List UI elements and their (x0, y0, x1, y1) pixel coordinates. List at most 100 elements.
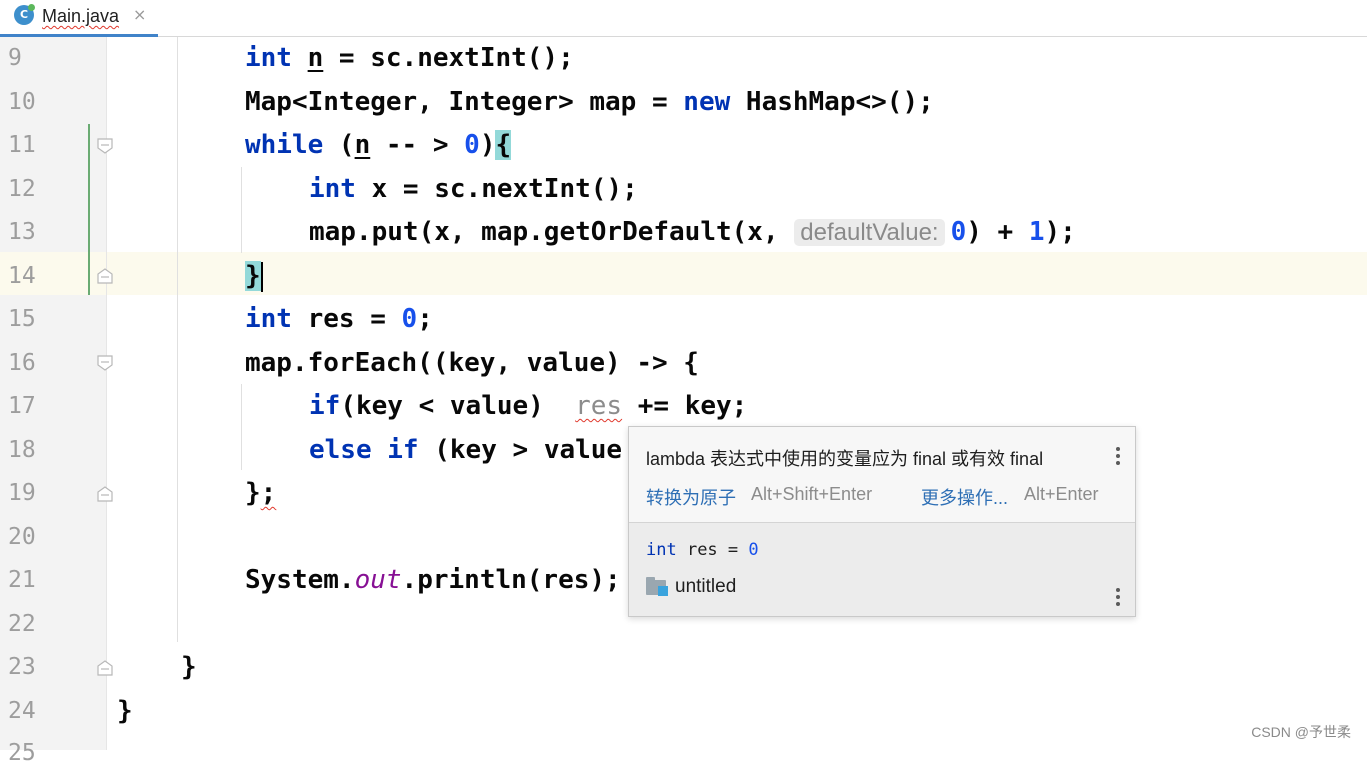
keyword: if (309, 391, 341, 421)
keyword: int (646, 540, 677, 560)
java-class-icon: C (14, 4, 35, 25)
number-literal: 0 (401, 304, 418, 334)
vcs-change-marker[interactable] (88, 124, 90, 295)
close-icon[interactable]: × (133, 5, 146, 24)
line-number: 17 (8, 393, 36, 419)
keyword: if (387, 435, 419, 465)
line-number: 20 (8, 524, 36, 550)
error-variable[interactable]: res (575, 391, 622, 421)
code-text: (key < value) (340, 391, 576, 421)
line-number: 24 (8, 698, 36, 724)
code-text: System. (245, 565, 355, 595)
static-field: out (354, 565, 402, 595)
keyword: int (245, 304, 292, 334)
variable-reassigned: n (354, 130, 371, 160)
code-line-13[interactable]: map.put(x, map.getOrDefault(x, defaultVa… (309, 217, 1076, 248)
code-line-11[interactable]: while (n -- > 0){ (245, 130, 512, 160)
code-line-18[interactable]: else if (key > value (309, 435, 622, 465)
declaration-preview: int res = 0 (646, 540, 759, 560)
code-text: x = sc.nextInt(); (355, 174, 638, 204)
project-name: untitled (675, 576, 737, 597)
text-caret (260, 261, 263, 292)
indent-guide (241, 167, 242, 253)
code-line-12[interactable]: int x = sc.nextInt(); (309, 174, 638, 204)
variable-reassigned: n (307, 43, 324, 73)
editor-tab-bar: C Main.java × (0, 0, 1367, 37)
fold-close-icon[interactable] (96, 485, 114, 503)
line-number: 23 (8, 654, 36, 680)
error-tooltip-popup: lambda 表达式中使用的变量应为 final 或有效 final 转换为原子… (628, 426, 1136, 617)
error-semicolon: ; (260, 478, 277, 508)
matched-brace: } (245, 261, 261, 291)
code-text: map.put(x, map.getOrDefault(x, (309, 217, 795, 247)
line-number: 12 (8, 176, 36, 202)
line-number: 19 (8, 480, 36, 506)
convert-to-atomic-link[interactable]: 转换为原子 (646, 484, 736, 510)
code-line-17[interactable]: if(key < value) res += key; (309, 391, 747, 421)
code-line-24[interactable]: } (117, 696, 133, 726)
parameter-hint: defaultValue: (794, 219, 945, 246)
module-folder-icon (646, 577, 668, 596)
code-text: ) (479, 130, 496, 160)
fold-open-icon[interactable] (96, 354, 114, 372)
code-text: } (117, 696, 133, 726)
code-text: ) + (966, 217, 1029, 247)
watermark: CSDN @予世柔 (1251, 724, 1351, 740)
code-line-15[interactable]: int res = 0; (245, 304, 433, 334)
more-actions-shortcut: Alt+Enter (1024, 484, 1099, 504)
keyword: else (309, 435, 372, 465)
code-text: Map<Integer, Integer> map = (245, 87, 684, 117)
code-text: ( (323, 130, 355, 160)
code-line-21[interactable]: System.out.println(res); (245, 565, 621, 595)
number-literal: 0 (464, 130, 480, 160)
fold-close-icon[interactable] (96, 659, 114, 677)
code-text: map.forEach((key, value) -> { (245, 348, 699, 378)
popup-header: lambda 表达式中使用的变量应为 final 或有效 final 转换为原子… (629, 427, 1135, 523)
code-line-16[interactable]: map.forEach((key, value) -> { (245, 348, 699, 378)
code-text: ); (1044, 217, 1076, 247)
more-actions-link[interactable]: 更多操作... (921, 484, 1008, 510)
run-marker-icon (28, 4, 35, 11)
more-options-icon[interactable] (1115, 447, 1121, 467)
line-number: 18 (8, 437, 36, 463)
keyword: new (683, 87, 731, 117)
line-number: 10 (8, 89, 36, 115)
keyword: int (309, 174, 356, 204)
code-text: ; (417, 304, 433, 334)
code-line-10[interactable]: Map<Integer, Integer> map = new HashMap<… (245, 87, 934, 117)
line-number: 25 (8, 740, 36, 766)
code-line-19[interactable]: }; (245, 478, 276, 508)
line-number: 21 (8, 567, 36, 593)
popup-declaration: int res = 0 untitled (629, 523, 1135, 616)
indent-guide (241, 384, 242, 470)
line-number: 14 (8, 263, 36, 289)
code-line-23[interactable]: } (181, 652, 197, 682)
fold-close-icon[interactable] (96, 267, 114, 285)
convert-shortcut: Alt+Shift+Enter (751, 484, 873, 504)
fold-open-icon[interactable] (96, 137, 114, 155)
code-text: = sc.nextInt(); (323, 43, 574, 73)
code-text: -- > (370, 130, 465, 160)
code-text: } (245, 478, 261, 508)
code-text: res = (676, 540, 749, 560)
code-line-9[interactable]: int n = sc.nextInt(); (245, 43, 574, 73)
tab-main-java[interactable]: C Main.java × (0, 0, 158, 37)
code-text: (key > value (418, 435, 623, 465)
tab-title: Main.java (42, 6, 120, 26)
keyword: int (245, 43, 292, 73)
error-message: lambda 表达式中使用的变量应为 final 或有效 final (646, 449, 1044, 469)
line-number: 16 (8, 350, 36, 376)
number-literal: 0 (748, 540, 759, 560)
number-literal: 1 (1028, 217, 1045, 247)
more-options-icon[interactable] (1115, 588, 1121, 608)
line-number: 11 (8, 132, 36, 158)
code-line-14[interactable]: } (245, 261, 263, 292)
code-text: HashMap<>(); (730, 87, 934, 117)
code-text: res = (291, 304, 402, 334)
number-literal: 0 (950, 217, 967, 247)
line-number: 9 (8, 45, 22, 71)
project-label[interactable]: untitled (646, 576, 736, 598)
keyword: while (245, 130, 324, 160)
